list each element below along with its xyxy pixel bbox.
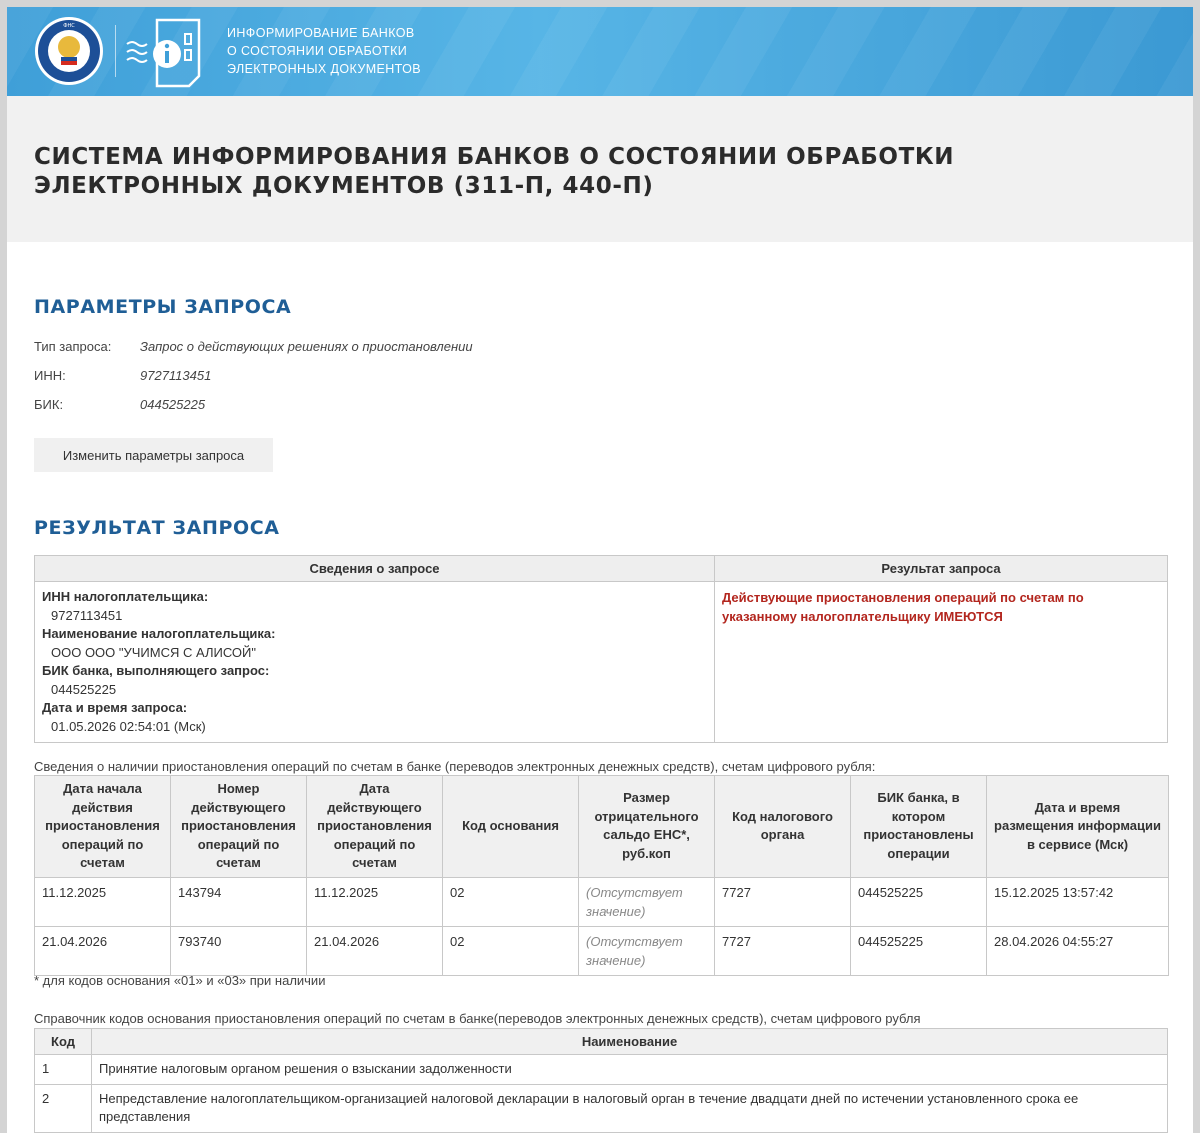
table-cell: Непредставление налогоплательщиком-орган… bbox=[91, 1083, 1168, 1133]
table-cell: 21.04.2026 bbox=[306, 925, 443, 976]
table-row: 2 Непредставление налогоплательщиком-орг… bbox=[34, 1083, 1168, 1133]
param-row-bik: БИК: 044525225 bbox=[34, 397, 205, 412]
col-header: Дата действующего приостановления операц… bbox=[306, 775, 443, 878]
table-cell: 7727 bbox=[714, 876, 851, 927]
param-value: 9727113451 bbox=[140, 368, 212, 383]
param-row-inn: ИНН: 9727113451 bbox=[34, 368, 211, 383]
col-header-result: Результат запроса bbox=[714, 555, 1168, 582]
banner-text: ИНФОРМИРОВАНИЕ БАНКОВ О СОСТОЯНИИ ОБРАБО… bbox=[227, 24, 421, 78]
field-label: Наименование налогоплательщика: bbox=[42, 626, 276, 641]
field-value: 044525225 bbox=[51, 681, 117, 697]
result-heading: РЕЗУЛЬТАТ ЗАПРОСА bbox=[34, 517, 280, 539]
param-key: ИНН: bbox=[34, 368, 66, 383]
page: ФНС ИНФОРМИРОВАНИЕ БАНКОВ О СОСТОЯНИИ ОБ… bbox=[7, 7, 1193, 1133]
param-key: Тип запроса: bbox=[34, 339, 112, 354]
table-row: 11.12.2025 143794 11.12.2025 02 (Отсутст… bbox=[34, 876, 1169, 927]
info-document-icon bbox=[126, 18, 201, 88]
col-header-info: Сведения о запросе bbox=[34, 555, 715, 582]
operations-table: Дата начала действия приостановления опе… bbox=[34, 775, 1169, 976]
title-bar: СИСТЕМА ИНФОРМИРОВАНИЯ БАНКОВ О СОСТОЯНИ… bbox=[7, 96, 1193, 242]
table-cell: 143794 bbox=[170, 876, 307, 927]
request-info-cell: ИНН налогоплательщика: 9727113451 Наимен… bbox=[34, 581, 715, 743]
table-cell: 11.12.2025 bbox=[34, 876, 171, 927]
table-cell: 11.12.2025 bbox=[306, 876, 443, 927]
col-header: Дата и время размещения информации в сер… bbox=[986, 775, 1169, 878]
table-header-row: Дата начала действия приостановления опе… bbox=[34, 775, 1169, 878]
col-header: БИК банка, в котором приостановлены опер… bbox=[850, 775, 987, 878]
col-header: Дата начала действия приостановления опе… bbox=[34, 775, 171, 878]
table-cell: 15.12.2025 13:57:42 bbox=[986, 876, 1169, 927]
field-label: БИК банка, выполняющего запрос: bbox=[42, 663, 270, 678]
result-table: Сведения о запросе Результат запроса ИНН… bbox=[34, 555, 1168, 743]
table-cell: 793740 bbox=[170, 925, 307, 976]
field-value: 01.05.2026 02:54:01 (Мск) bbox=[51, 718, 206, 734]
table-cell: 02 bbox=[442, 876, 579, 927]
col-header-code: Код bbox=[34, 1028, 92, 1055]
params-heading: ПАРАМЕТРЫ ЗАПРОСА bbox=[34, 296, 292, 318]
svg-text:ФНС: ФНС bbox=[63, 23, 75, 29]
fns-emblem-icon: ФНС bbox=[35, 17, 103, 85]
table-cell: 7727 bbox=[714, 925, 851, 976]
table-cell: 2 bbox=[34, 1083, 92, 1133]
table-cell: Принятие налоговым органом решения о взы… bbox=[91, 1054, 1168, 1085]
col-header: Код налогового органа bbox=[714, 775, 851, 878]
table-cell: (Отсутствует значение) bbox=[578, 876, 715, 927]
param-row-type: Тип запроса: Запрос о действующих решения… bbox=[34, 339, 473, 354]
footnote: * для кодов основания «01» и «03» при на… bbox=[34, 973, 326, 988]
header-divider bbox=[115, 25, 116, 77]
table-cell: 1 bbox=[34, 1054, 92, 1085]
banner-line: ЭЛЕКТРОННЫХ ДОКУМЕНТОВ bbox=[227, 62, 422, 76]
table-row: 21.04.2026 793740 21.04.2026 02 (Отсутст… bbox=[34, 925, 1169, 976]
result-message: Действующие приостановления операций по … bbox=[722, 590, 1084, 624]
table-cell: 044525225 bbox=[850, 876, 987, 927]
table-cell: 21.04.2026 bbox=[34, 925, 171, 976]
change-params-button[interactable]: Изменить параметры запроса bbox=[34, 438, 273, 472]
field-label: Дата и время запроса: bbox=[42, 700, 188, 715]
reference-caption: Справочник кодов основания приостановлен… bbox=[34, 1011, 921, 1026]
param-value: Запрос о действующих решениях о приостан… bbox=[140, 339, 473, 354]
table-header-row: Сведения о запросе Результат запроса bbox=[34, 555, 1168, 582]
table-cell: (Отсутствует значение) bbox=[578, 925, 715, 976]
param-value: 044525225 bbox=[140, 397, 206, 412]
table-header-row: Код Наименование bbox=[34, 1028, 1168, 1055]
field-value: ООО ООО "УЧИМСЯ С АЛИСОЙ" bbox=[51, 644, 256, 660]
banner-line: ИНФОРМИРОВАНИЕ БАНКОВ bbox=[227, 26, 415, 40]
reference-table: Код Наименование 1 Принятие налоговым ор… bbox=[34, 1028, 1168, 1133]
banner-line: О СОСТОЯНИИ ОБРАБОТКИ bbox=[227, 44, 408, 58]
col-header: Код основания bbox=[442, 775, 579, 878]
table-cell: 044525225 bbox=[850, 925, 987, 976]
field-value: 9727113451 bbox=[51, 607, 123, 623]
field-label: ИНН налогоплательщика: bbox=[42, 589, 209, 604]
table-cell: 28.04.2026 04:55:27 bbox=[986, 925, 1169, 976]
col-header: Номер действующего приостановления опера… bbox=[170, 775, 307, 878]
page-title: СИСТЕМА ИНФОРМИРОВАНИЯ БАНКОВ О СОСТОЯНИ… bbox=[34, 144, 955, 199]
table-row: ИНН налогоплательщика: 9727113451 Наимен… bbox=[34, 581, 1168, 743]
operations-caption: Сведения о наличии приостановления опера… bbox=[34, 759, 876, 774]
header-banner: ФНС ИНФОРМИРОВАНИЕ БАНКОВ О СОСТОЯНИИ ОБ… bbox=[7, 7, 1193, 96]
table-row: 1 Принятие налоговым органом решения о в… bbox=[34, 1054, 1168, 1085]
result-cell: Действующие приостановления операций по … bbox=[714, 581, 1168, 743]
table-cell: 02 bbox=[442, 925, 579, 976]
param-key: БИК: bbox=[34, 397, 64, 412]
col-header: Размер отрицательного сальдо ЕНС*, руб.к… bbox=[578, 775, 715, 878]
col-header-name: Наименование bbox=[91, 1028, 1168, 1055]
